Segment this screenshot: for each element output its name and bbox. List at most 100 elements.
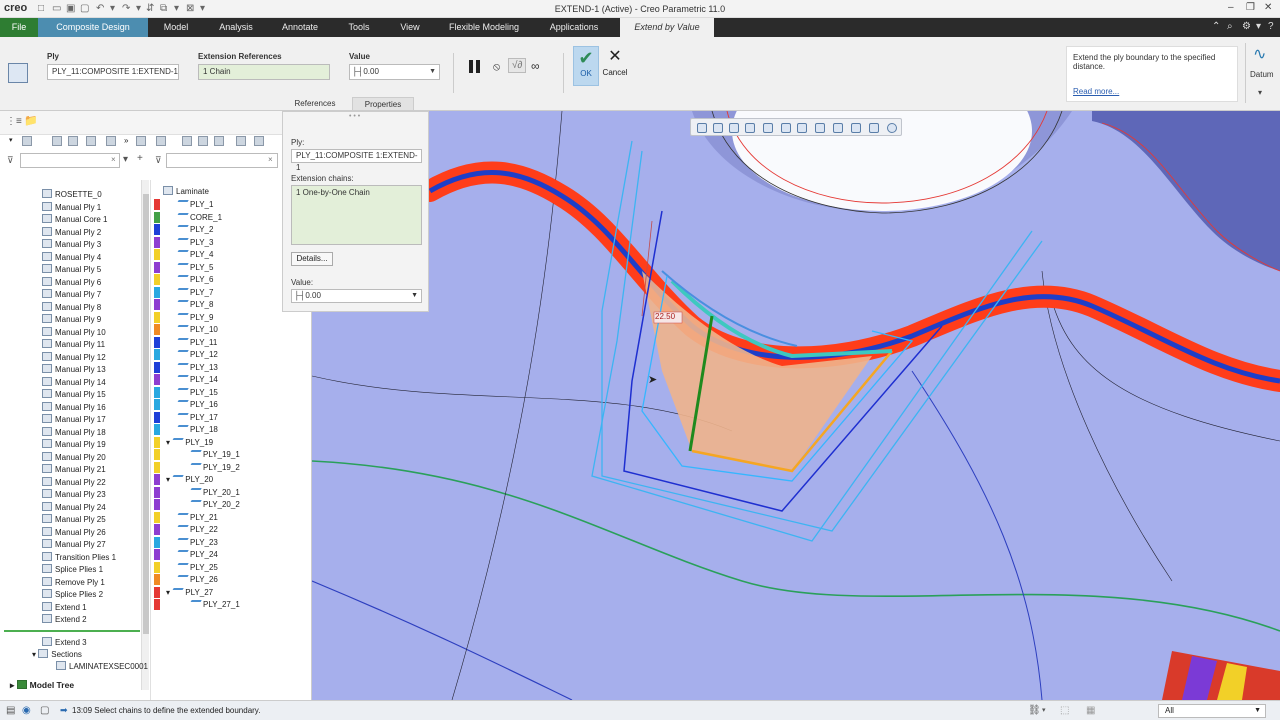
tree-item[interactable]: Splice Plies 1: [42, 564, 103, 576]
flyout-chains-list[interactable]: 1 One-by-One Chain: [291, 185, 422, 245]
tree-item[interactable]: Manual Ply 12: [42, 351, 106, 364]
tree-scrollbar-thumb[interactable]: [143, 194, 149, 634]
ply-field[interactable]: PLY_11:COMPOSITE 1:EXTEND-1: [47, 64, 179, 80]
tree-item[interactable]: Manual Ply 2: [42, 226, 101, 239]
clear-search-icon[interactable]: ×: [111, 155, 116, 164]
clear-laminate-search-icon[interactable]: ×: [268, 155, 273, 164]
dimension-label[interactable]: 22.50: [655, 312, 675, 321]
laminate-item[interactable]: PLY_2: [175, 224, 213, 236]
settings-dropdown-icon[interactable]: ▾: [1256, 21, 1261, 32]
laminate-item[interactable]: PLY_20_1: [188, 487, 240, 499]
tree-item[interactable]: Extend 1: [42, 601, 87, 614]
laminate-tree-icon[interactable]: [156, 136, 166, 146]
tree-item[interactable]: Manual Ply 4: [42, 251, 101, 264]
datum-icon[interactable]: ∿: [1253, 44, 1266, 64]
laminate-item[interactable]: CORE_1: [175, 212, 222, 224]
tree-item[interactable]: Manual Ply 18: [42, 426, 106, 439]
graphics-viewport[interactable]: 22.50 ➤: [312, 111, 1280, 700]
tab-composite-design[interactable]: Composite Design: [38, 18, 148, 37]
tab-extend-by-value[interactable]: Extend by Value: [620, 18, 714, 37]
tree-item[interactable]: Manual Ply 5: [42, 264, 101, 276]
laminate-item[interactable]: PLY_23: [175, 537, 218, 549]
tree-item[interactable]: Manual Ply 17: [42, 414, 106, 426]
tree-item[interactable]: Manual Ply 6: [42, 276, 101, 289]
settings-icon[interactable]: ⚙: [1242, 21, 1251, 32]
columns-icon[interactable]: [86, 136, 96, 146]
laminate-item[interactable]: ▾ PLY_19: [166, 437, 213, 449]
tab-tools[interactable]: Tools: [338, 18, 380, 37]
laminate-item[interactable]: PLY_7: [175, 287, 213, 299]
laminate-item[interactable]: PLY_25: [175, 562, 218, 574]
laminate-item[interactable]: PLY_27_1: [188, 599, 240, 611]
tree-item[interactable]: Manual Ply 26: [42, 526, 106, 539]
tree-item[interactable]: Manual Ply 16: [42, 401, 106, 414]
selected-items-icon[interactable]: ▦: [1086, 705, 1095, 716]
chevron-down-icon[interactable]: ▼: [1254, 705, 1261, 717]
show-icon[interactable]: [52, 136, 62, 146]
find-icon[interactable]: ⛓: [1028, 705, 1041, 716]
laminate-columns-icon[interactable]: [214, 136, 224, 146]
selection-filter[interactable]: All ▼: [1158, 704, 1266, 718]
tab-applications[interactable]: Applications: [540, 18, 608, 37]
laminate-item[interactable]: PLY_26: [175, 574, 218, 586]
insert-indicator[interactable]: [4, 630, 140, 632]
close-icon[interactable]: ✕: [1264, 2, 1272, 13]
layer-tree-icon[interactable]: [136, 136, 146, 146]
datum-label[interactable]: Datum: [1250, 70, 1274, 79]
laminate-item[interactable]: PLY_13: [175, 362, 218, 374]
tree-item[interactable]: Manual Ply 10: [42, 326, 106, 339]
flyout-value-field[interactable]: ├┤0.00 ▼: [291, 289, 422, 303]
repaint-icon[interactable]: [745, 123, 755, 133]
tree-item[interactable]: Manual Ply 9: [42, 314, 101, 326]
model-tree-search-input[interactable]: [20, 153, 120, 168]
tree-item[interactable]: Manual Ply 8: [42, 301, 101, 314]
tree-item[interactable]: Remove Ply 1: [42, 576, 105, 589]
extension-references-field[interactable]: 1 Chain: [198, 64, 330, 80]
browser-toggle-icon[interactable]: ◉: [22, 705, 31, 716]
read-more-link[interactable]: Read more...: [1073, 87, 1231, 96]
tree-item[interactable]: Manual Ply 22: [42, 476, 106, 489]
laminate-item[interactable]: PLY_1: [175, 199, 213, 211]
laminate-item[interactable]: PLY_18: [175, 424, 218, 436]
cancel-button[interactable]: ✕ Cancel: [601, 46, 629, 86]
tab-references[interactable]: References: [288, 97, 342, 111]
folder-browser-tab-icon[interactable]: 📁: [24, 114, 38, 127]
box-select-icon[interactable]: ⬚: [1060, 705, 1069, 716]
tree-item[interactable]: LAMINATEXSEC0001: [56, 661, 148, 673]
laminate-item[interactable]: PLY_16: [175, 399, 218, 411]
tree-item[interactable]: Manual Ply 14: [42, 376, 106, 389]
laminate-root[interactable]: Laminate: [163, 186, 209, 198]
add-filter-icon[interactable]: +: [137, 153, 143, 164]
tree-item[interactable]: Manual Ply 23: [42, 489, 106, 501]
find-dropdown-icon[interactable]: ▾: [1042, 706, 1046, 714]
tree-item[interactable]: Manual Core 1: [42, 214, 107, 226]
refit-icon[interactable]: [697, 123, 707, 133]
laminate-item[interactable]: PLY_14: [175, 374, 218, 386]
model-tree-tab-icon[interactable]: ⋮≡: [6, 116, 22, 127]
tree-settings-dropdown-icon[interactable]: ▾: [9, 136, 13, 144]
laminate-item[interactable]: PLY_21: [175, 512, 218, 524]
laminate-item[interactable]: PLY_4: [175, 249, 213, 261]
more-tools-icon[interactable]: »: [124, 136, 128, 145]
search-dropdown-icon[interactable]: ▾: [123, 154, 128, 165]
laminate-item[interactable]: PLY_20_2: [188, 499, 240, 511]
tree-item[interactable]: Transition Plies 1: [42, 551, 116, 564]
tree-item[interactable]: Manual Ply 21: [42, 464, 106, 476]
tab-analysis[interactable]: Analysis: [210, 18, 262, 37]
zoom-in-icon[interactable]: [713, 123, 723, 133]
laminate-sort-icon[interactable]: [198, 136, 208, 146]
laminate-item[interactable]: PLY_8: [175, 299, 213, 311]
perspective-icon[interactable]: [887, 123, 897, 133]
laminate-item[interactable]: PLY_6: [175, 274, 213, 286]
laminate-item[interactable]: PLY_22: [175, 524, 218, 536]
tab-annotate[interactable]: Annotate: [274, 18, 326, 37]
tree-scrollbar[interactable]: [141, 180, 149, 690]
tree-item[interactable]: Manual Ply 7: [42, 289, 101, 301]
tree-item[interactable]: Manual Ply 3: [42, 239, 101, 251]
tree-item[interactable]: Manual Ply 25: [42, 514, 106, 526]
chevron-down-icon[interactable]: ▼: [429, 65, 436, 79]
flyout-ply-field[interactable]: PLY_11:COMPOSITE 1:EXTEND-1: [291, 149, 422, 172]
model-graphics[interactable]: [312, 111, 1280, 700]
datum-dropdown-icon[interactable]: ▾: [1258, 88, 1262, 97]
saved-orientations-icon[interactable]: [781, 123, 791, 133]
